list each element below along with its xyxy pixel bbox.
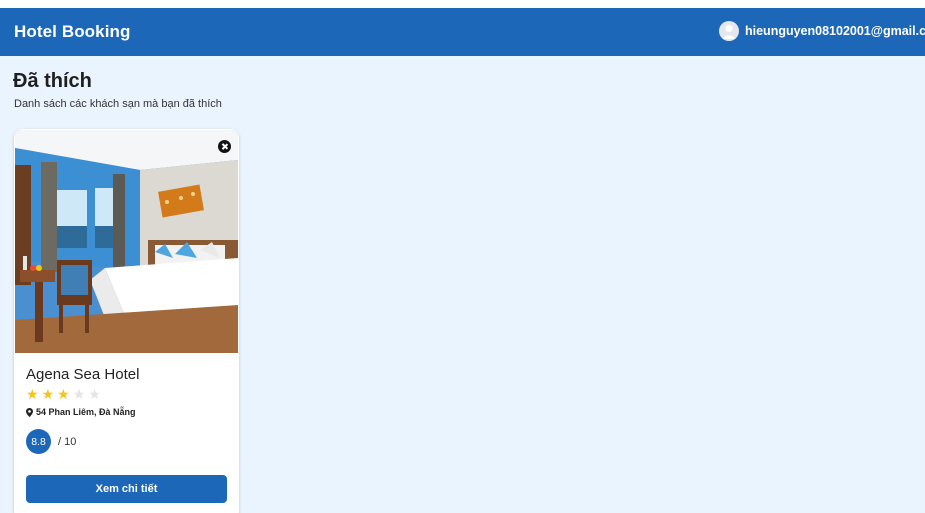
hotel-room-photo[interactable]: [15, 130, 238, 353]
page-title: Đã thích: [13, 70, 92, 92]
hotel-address: 54 Phan Liêm, Đà Nẵng: [26, 407, 136, 417]
brand-logo[interactable]: Hotel Booking: [14, 22, 131, 42]
star-icon: ★: [57, 386, 70, 402]
main-content: Đã thích Danh sách các khách sạn mà bạn …: [0, 56, 925, 513]
view-details-button[interactable]: Xem chi tiết: [26, 475, 227, 503]
score-max: / 10: [58, 435, 77, 448]
star-icon: ★: [41, 386, 55, 402]
user-email[interactable]: hieunguyen08102001@gmail.com: [745, 24, 925, 38]
user-menu[interactable]: hieunguyen08102001@gmail.com: [719, 21, 925, 41]
navbar: Hotel Booking hieunguyen08102001@gmail.c…: [0, 8, 925, 56]
user-avatar-icon[interactable]: [719, 21, 739, 41]
page-subtitle: Danh sách các khách sạn mà bạn đã thích: [14, 98, 222, 110]
star-empty-icon: ★: [72, 386, 86, 402]
close-circle-icon[interactable]: [218, 140, 231, 153]
score-badge: 8.8: [26, 429, 51, 454]
window-top-strip: [0, 0, 925, 8]
star-empty-icon: ★: [88, 386, 101, 402]
star-icon: ★: [26, 386, 39, 402]
star-rating: ★ ★ ★ ★ ★: [26, 387, 101, 401]
hotel-address-text: 54 Phan Liêm, Đà Nẵng: [36, 407, 136, 417]
review-score: 8.8 / 10: [26, 429, 76, 454]
hotel-name[interactable]: Agena Sea Hotel: [26, 366, 139, 383]
map-pin-icon: [26, 407, 33, 417]
hotel-card[interactable]: Agena Sea Hotel ★ ★ ★ ★ ★ 54 Phan Liêm, …: [14, 129, 239, 513]
